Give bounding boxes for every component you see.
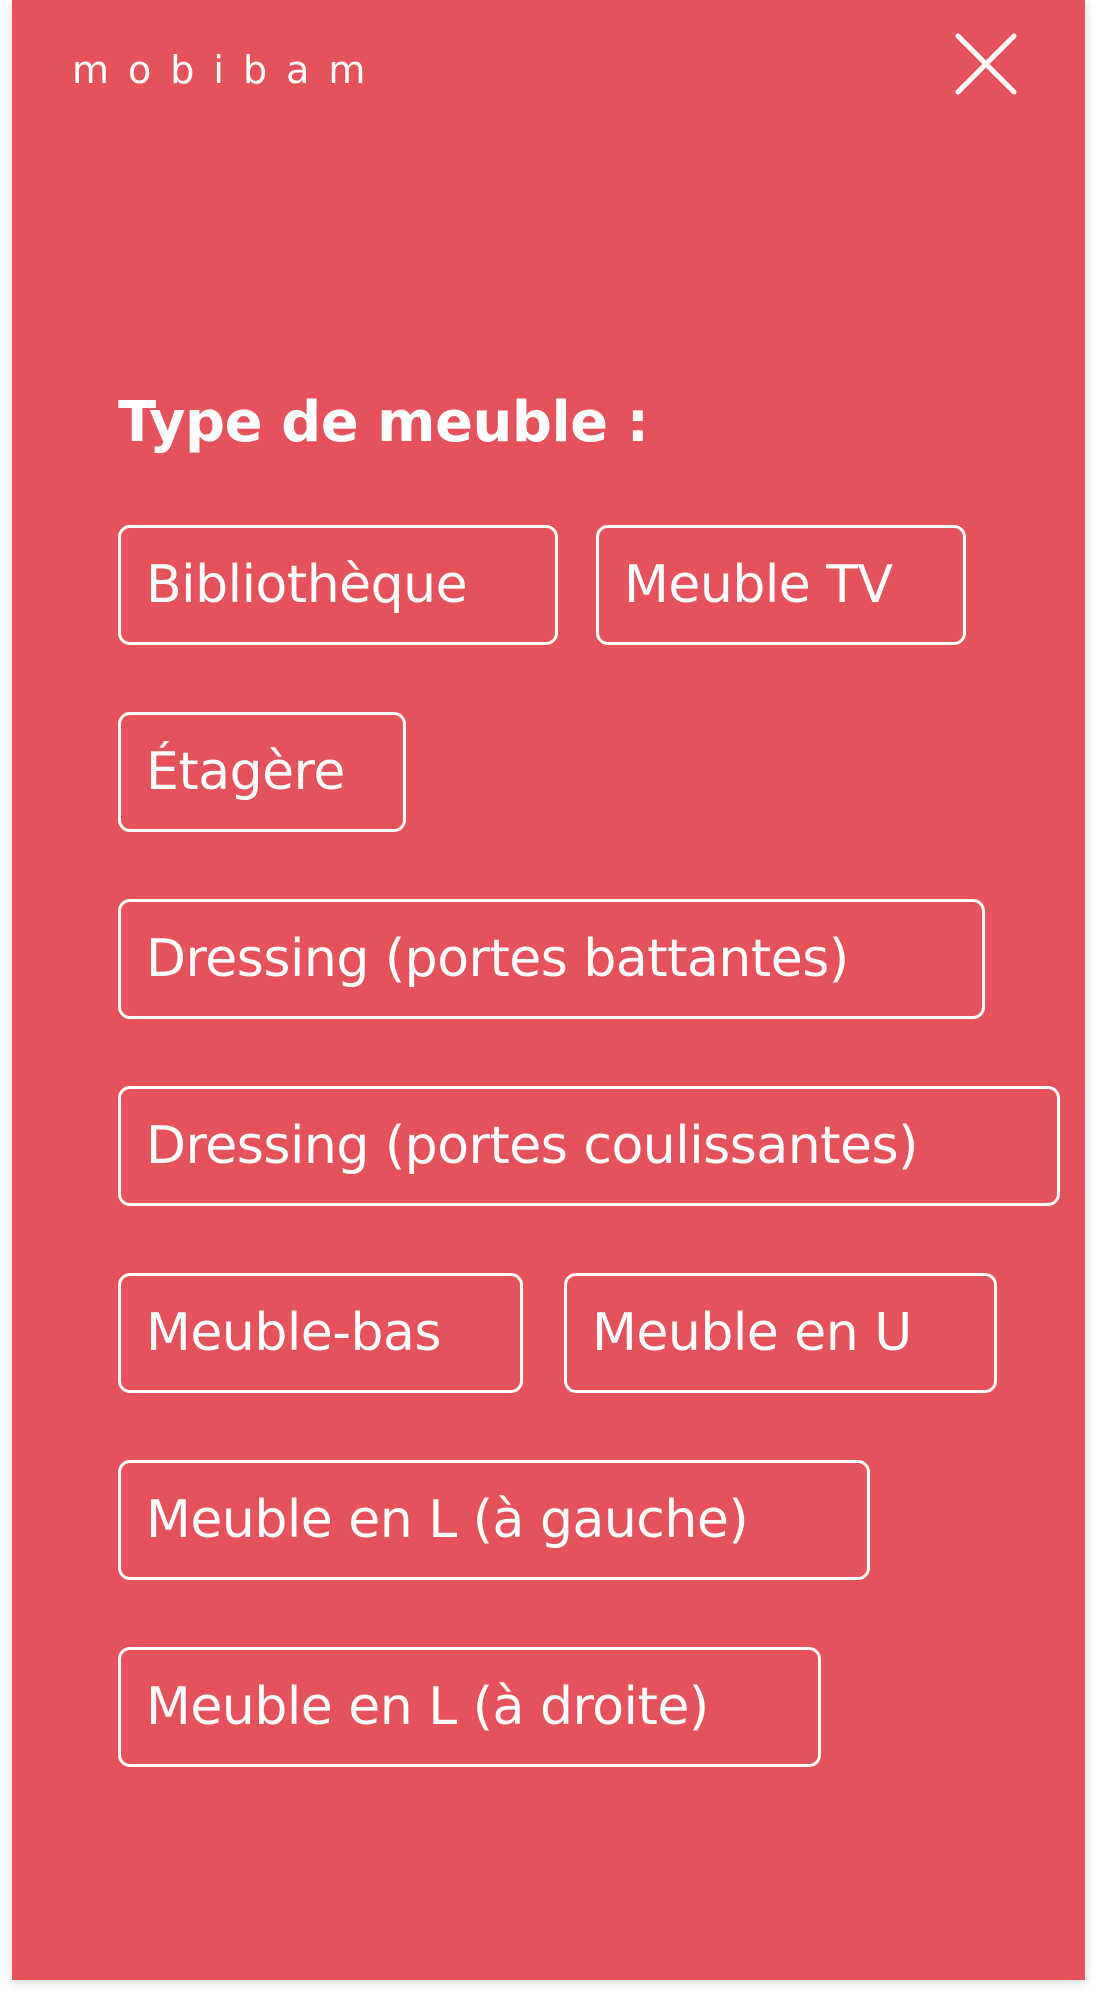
option-dressing-battantes[interactable]: Dressing (portes battantes) (118, 899, 985, 1019)
close-icon (955, 33, 1017, 95)
option-meuble-en-l-gauche[interactable]: Meuble en L (à gauche) (118, 1460, 870, 1580)
option-etagere[interactable]: Étagère (118, 712, 406, 832)
option-meuble-en-u[interactable]: Meuble en U (564, 1273, 997, 1393)
option-meuble-en-l-droite[interactable]: Meuble en L (à droite) (118, 1647, 821, 1767)
option-meuble-bas[interactable]: Meuble-bas (118, 1273, 523, 1393)
option-meuble-tv[interactable]: Meuble TV (596, 525, 966, 645)
option-dressing-coulissantes[interactable]: Dressing (portes coulissantes) (118, 1086, 1060, 1206)
brand-logo[interactable]: mobibam (72, 48, 384, 92)
close-button[interactable] (952, 30, 1020, 98)
option-bibliotheque[interactable]: Bibliothèque (118, 525, 558, 645)
filter-title: Type de meuble : (118, 390, 649, 455)
menu-panel: mobibam Type de meuble : Bibliothèque Me… (12, 0, 1085, 1980)
